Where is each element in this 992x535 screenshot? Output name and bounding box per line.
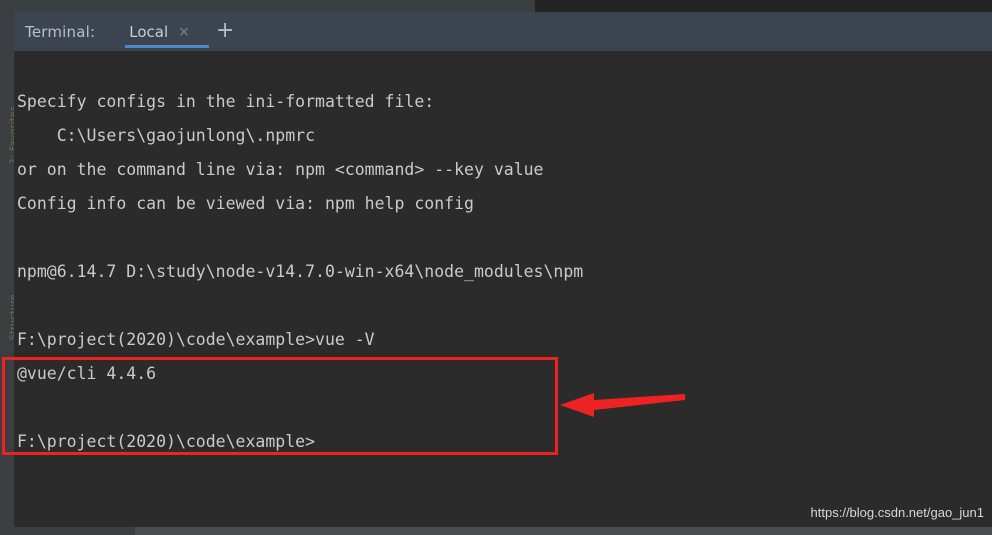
terminal-line: C:\Users\gaojunlong\.npmrc: [17, 126, 316, 145]
terminal-console[interactable]: Specify configs in the ini-formatted fil…: [14, 51, 992, 527]
tab-local-label: Local: [129, 22, 169, 41]
terminal-line: Specify configs in the ini-formatted fil…: [17, 92, 435, 111]
status-bar-section: [135, 527, 992, 535]
terminal-line: Config info can be viewed via: npm help …: [17, 194, 474, 213]
watermark-text: https://blog.csdn.net/gao_jun1: [810, 505, 984, 520]
tab-local[interactable]: Local ×: [119, 12, 210, 51]
terminal-tool-window-header: Terminal: Local × +: [14, 12, 992, 51]
terminal-prompt-line: F:\project(2020)\code\example>: [17, 432, 316, 451]
terminal-line: F:\project(2020)\code\example>vue -V: [17, 330, 375, 349]
terminal-tab-group: Local × +: [119, 12, 234, 51]
editor-area-remnant: [0, 0, 535, 12]
window-top-chrome: [0, 0, 992, 12]
terminal-line: or on the command line via: npm <command…: [17, 160, 544, 179]
terminal-line: @vue/cli 4.4.6: [17, 364, 157, 383]
add-tab-icon[interactable]: +: [216, 19, 234, 42]
left-tool-window-gutter[interactable]: 2: Favorites Structure: [0, 12, 19, 527]
window-bottom-chrome: [0, 527, 992, 535]
terminal-output: Specify configs in the ini-formatted fil…: [17, 51, 992, 459]
tab-active-indicator: [125, 45, 210, 48]
close-icon[interactable]: ×: [178, 25, 190, 39]
terminal-line: npm@6.14.7 D:\study\node-v14.7.0-win-x64…: [17, 262, 584, 281]
terminal-title-label: Terminal:: [25, 22, 96, 41]
